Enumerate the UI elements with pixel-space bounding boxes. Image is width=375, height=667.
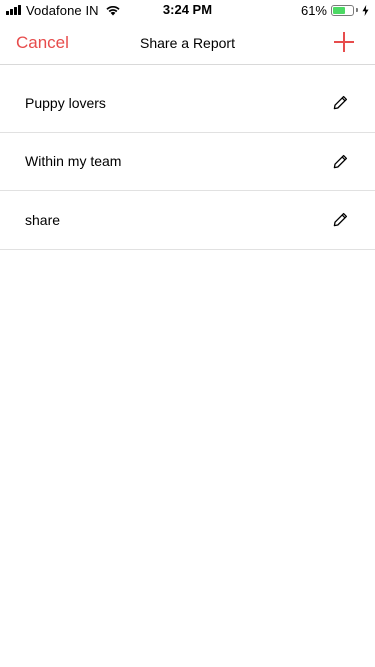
pencil-edit-icon[interactable] [333,95,348,110]
navigation-bar: Cancel Share a Report [0,20,375,65]
battery-percent: 61% [300,2,327,18]
list-item[interactable]: Puppy lovers [0,74,375,133]
pencil-edit-icon[interactable] [333,154,348,169]
list-item-label: Within my team [25,153,122,170]
charging-bolt-icon [362,4,369,16]
list-item-label: Puppy lovers [25,94,106,111]
battery-tip [356,8,358,12]
share-report-screen: Vodafone IN 3:24 PM 61% Cancel Share a R… [0,0,375,667]
battery-fill [333,6,345,14]
list-item-label: share [25,211,61,228]
share-group-list: Puppy lovers Within my team share [0,74,375,250]
list-item[interactable]: share [0,191,375,250]
status-bar: Vodafone IN 3:24 PM 61% [0,0,375,20]
pencil-edit-icon[interactable] [333,212,348,227]
list-item[interactable]: Within my team [0,133,375,191]
battery-icon [331,4,354,16]
plus-icon[interactable] [333,31,355,53]
page-title: Share a Report [140,35,235,51]
status-right: 61% [301,2,369,18]
